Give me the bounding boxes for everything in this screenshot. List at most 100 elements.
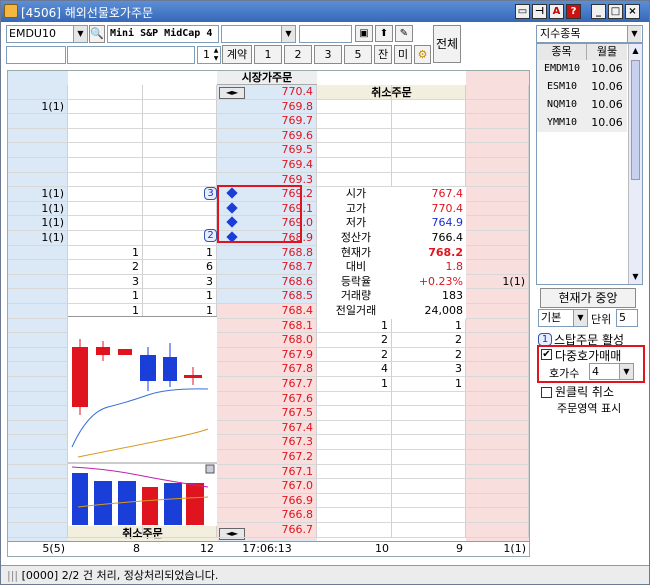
minimize-icon[interactable]: _ — [591, 4, 606, 19]
sell-order-cell[interactable] — [8, 347, 68, 363]
buy-order-cell[interactable] — [466, 114, 529, 129]
price-cell[interactable]: 766.8 — [217, 508, 317, 523]
price-cell[interactable]: 766.9 — [217, 493, 317, 509]
buy-order-cell[interactable] — [466, 391, 529, 407]
sell-order-cell[interactable] — [8, 260, 68, 275]
buy-order-cell[interactable] — [466, 464, 529, 480]
price-cell[interactable]: 768.0 — [217, 333, 317, 348]
price-cell[interactable]: 767.6 — [217, 391, 317, 407]
buy-order-cell[interactable] — [466, 304, 529, 319]
buy-order-cell[interactable] — [466, 333, 529, 348]
list-item-code[interactable]: ESM10 — [537, 78, 587, 96]
sell-order-cell[interactable] — [8, 333, 68, 348]
buy-order-cell[interactable] — [466, 377, 529, 392]
sell-order-cell[interactable] — [8, 304, 68, 319]
price-cell[interactable]: 767.1 — [217, 464, 317, 480]
buy-order-cell[interactable] — [466, 128, 529, 144]
level-dropdown-icon[interactable]: ▼ — [619, 364, 633, 379]
account-dropdown-icon[interactable]: ▼ — [281, 26, 295, 42]
sell-order-cell[interactable] — [8, 143, 68, 158]
sell-order-cell[interactable]: 1(1) — [8, 99, 68, 115]
unfilled-button[interactable]: 미 — [394, 45, 412, 64]
password-input[interactable] — [299, 25, 352, 43]
sell-order-cell[interactable] — [8, 493, 68, 509]
buy-order-cell[interactable]: 1(1) — [466, 274, 529, 290]
sell-order-cell[interactable] — [8, 172, 68, 188]
save-icon[interactable]: ▣ — [355, 25, 373, 42]
buy-order-cell[interactable] — [466, 435, 529, 450]
price-cell[interactable]: 767.2 — [217, 450, 317, 465]
basis-dropdown-icon[interactable]: ▼ — [573, 310, 587, 326]
qty-button-5[interactable]: 5 — [344, 45, 372, 64]
list-item-code[interactable]: YMM10 — [537, 114, 587, 132]
sell-order-cell[interactable] — [8, 479, 68, 494]
index-dropdown-icon[interactable]: ▼ — [627, 26, 641, 42]
price-cell[interactable]: 767.0 — [217, 479, 317, 494]
buy-order-cell[interactable] — [466, 99, 529, 115]
buy-order-cell[interactable] — [466, 260, 529, 275]
buy-order-cell[interactable] — [466, 318, 529, 334]
buy-order-cell[interactable] — [466, 479, 529, 494]
list-item-month[interactable]: 10.06 — [587, 60, 627, 78]
scroll-thumb[interactable] — [631, 60, 640, 180]
sell-order-cell[interactable] — [8, 128, 68, 144]
sell-order-cell[interactable] — [8, 318, 68, 334]
scroll-down-icon[interactable]: ▼ — [629, 270, 642, 284]
buy-order-cell[interactable] — [466, 289, 529, 304]
maximize-icon[interactable]: □ — [608, 4, 623, 19]
sell-order-cell[interactable] — [8, 245, 68, 261]
price-cell[interactable]: 767.5 — [217, 406, 317, 421]
search-icon[interactable]: 🔍 — [89, 25, 105, 43]
qty-button-3[interactable]: 3 — [314, 45, 342, 64]
sell-order-cell[interactable] — [8, 377, 68, 392]
buy-order-cell[interactable] — [466, 508, 529, 523]
quantity-stepper[interactable]: ▲ ▼ — [212, 47, 220, 63]
buy-order-cell[interactable] — [466, 158, 529, 173]
buy-order-cell[interactable] — [466, 493, 529, 509]
price-cell[interactable]: 767.4 — [217, 420, 317, 436]
one-click-checkbox[interactable] — [541, 387, 552, 398]
restore-icon[interactable]: ▭ — [515, 4, 530, 19]
sell-order-cell[interactable] — [8, 420, 68, 436]
sell-order-cell[interactable] — [8, 508, 68, 523]
buy-order-cell[interactable] — [466, 143, 529, 158]
buy-order-cell[interactable] — [466, 216, 529, 231]
sell-order-cell[interactable] — [8, 274, 68, 290]
buy-order-cell[interactable] — [466, 172, 529, 188]
sell-order-cell[interactable]: 1(1) — [8, 216, 68, 231]
qty-button-2[interactable]: 2 — [284, 45, 312, 64]
buy-order-cell[interactable] — [466, 420, 529, 436]
upload-icon[interactable]: ⬆ — [375, 25, 393, 42]
symbol-dropdown-icon[interactable]: ▼ — [73, 26, 87, 42]
price-cell[interactable]: 767.7 — [217, 377, 317, 392]
edit-icon[interactable]: ✎ — [395, 25, 413, 42]
price-cell[interactable]: 769.5 — [217, 143, 317, 158]
price-cell[interactable]: 769.8 — [217, 99, 317, 115]
price-cell[interactable]: 769.4 — [217, 158, 317, 173]
settings-gear-icon[interactable]: ⚙ — [414, 45, 431, 64]
price-cell[interactable]: 768.7 — [217, 260, 317, 275]
buy-order-cell[interactable] — [466, 201, 529, 217]
list-item-month[interactable]: 10.06 — [587, 78, 627, 96]
sell-order-cell[interactable] — [8, 435, 68, 450]
buy-order-cell[interactable] — [466, 450, 529, 465]
pin-icon[interactable]: ⊣ — [532, 4, 547, 19]
buy-order-cell[interactable] — [466, 187, 529, 202]
price-cell[interactable]: 768.8 — [217, 245, 317, 261]
price-cell[interactable]: 768.5 — [217, 289, 317, 304]
buy-order-cell[interactable] — [466, 231, 529, 246]
price-cell[interactable]: 767.3 — [217, 435, 317, 450]
sell-order-cell[interactable]: 1(1) — [8, 201, 68, 217]
price-cell[interactable]: 768.6 — [217, 274, 317, 290]
qty-button-1[interactable]: 1 — [254, 45, 282, 64]
sell-order-cell[interactable] — [8, 85, 68, 100]
close-icon[interactable]: × — [625, 4, 640, 19]
list-item-code[interactable]: EMDM10 — [537, 60, 587, 78]
market-order-header[interactable]: 시장가주문 — [217, 71, 317, 85]
list-item-code[interactable]: NQM10 — [537, 96, 587, 114]
sell-order-cell[interactable] — [8, 289, 68, 304]
sell-order-cell[interactable]: 1(1) — [8, 187, 68, 202]
list-item-month[interactable]: 10.06 — [587, 96, 627, 114]
sell-order-cell[interactable]: 1(1) — [8, 231, 68, 246]
price-cell[interactable]: 768.1 — [217, 318, 317, 334]
